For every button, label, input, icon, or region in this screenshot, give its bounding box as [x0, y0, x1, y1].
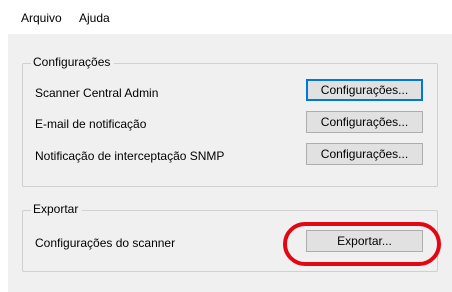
notification-email-settings-button[interactable]: Configurações... — [306, 111, 423, 133]
snmp-trap-label: Notificação de interceptação SNMP — [35, 149, 225, 163]
snmp-trap-settings-button[interactable]: Configurações... — [306, 143, 423, 165]
scanner-central-admin-settings-button[interactable]: Configurações... — [306, 79, 423, 101]
export-group: Exportar Configurações do scanner Export… — [22, 202, 438, 272]
export-group-title: Exportar — [31, 202, 83, 216]
scanner-settings-label: Configurações do scanner — [35, 236, 176, 250]
notification-email-label: E-mail de notificação — [35, 117, 147, 131]
settings-group: Configurações Scanner Central Admin Conf… — [22, 55, 438, 187]
menu-arquivo[interactable]: Arquivo — [21, 11, 62, 25]
menu-bar: Arquivo Ajuda — [0, 0, 452, 34]
export-button[interactable]: Exportar... — [306, 230, 423, 252]
scanner-central-admin-label: Scanner Central Admin — [35, 86, 159, 100]
menu-ajuda[interactable]: Ajuda — [79, 11, 110, 25]
settings-group-title: Configurações — [31, 55, 115, 69]
